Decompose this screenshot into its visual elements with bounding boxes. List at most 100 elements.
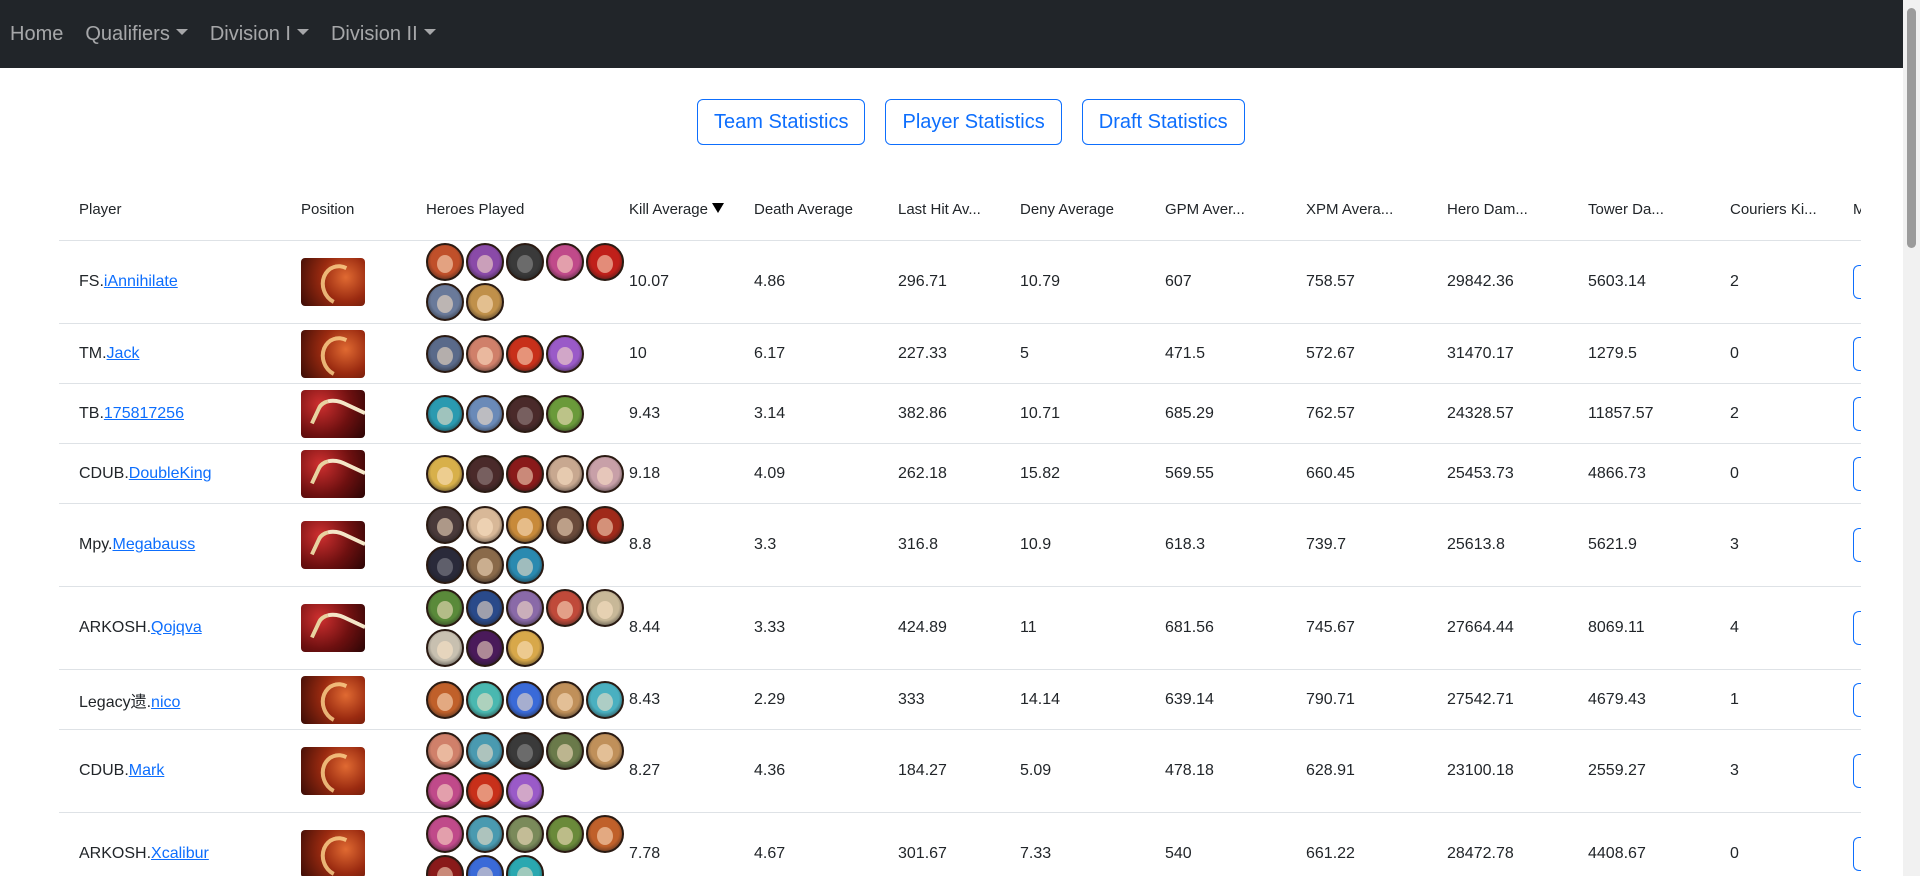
hero-portrait-icon[interactable]	[426, 815, 464, 853]
header-kill-average[interactable]: Kill Average	[609, 178, 734, 241]
vertical-scrollbar[interactable]	[1903, 0, 1920, 876]
hero-portrait-icon[interactable]	[426, 546, 464, 584]
hero-portrait-icon[interactable]	[426, 283, 464, 321]
hero-portrait-icon[interactable]	[426, 732, 464, 770]
row-action-button[interactable]	[1853, 611, 1861, 645]
player-name-link[interactable]: DoubleKing	[129, 465, 212, 482]
heroes-cell	[406, 503, 624, 587]
hero-portrait-icon[interactable]	[466, 680, 504, 719]
hero-portrait-icon[interactable]	[506, 772, 544, 810]
row-action-button[interactable]	[1853, 336, 1861, 371]
header-heroes-played[interactable]: Heroes Played	[406, 178, 609, 241]
kill-average-cell: 10	[609, 323, 734, 384]
row-action-button[interactable]	[1853, 754, 1861, 788]
hero-portrait-icon[interactable]	[466, 283, 504, 321]
hero-portrait-icon[interactable]	[546, 454, 584, 493]
hero-portrait-icon[interactable]	[466, 546, 504, 584]
hero-portrait-icon[interactable]	[546, 394, 584, 433]
hero-portrait-icon[interactable]	[506, 855, 544, 876]
hero-portrait-icon[interactable]	[546, 243, 584, 281]
team-statistics-button[interactable]: Team Statistics	[697, 99, 866, 145]
header-xpm-average[interactable]: XPM Avera...	[1286, 178, 1427, 241]
hero-portrait-icon[interactable]	[466, 506, 504, 544]
hero-portrait-icon[interactable]	[586, 680, 624, 719]
player-name-link[interactable]: 175817256	[104, 405, 184, 422]
hero-portrait-icon[interactable]	[546, 506, 584, 544]
nav-qualifiers-dropdown[interactable]: Qualifiers	[85, 23, 188, 46]
nav-division-2-dropdown[interactable]: Division II	[331, 23, 436, 46]
header-tower-damage[interactable]: Tower Da...	[1568, 178, 1710, 241]
row-action-button[interactable]	[1853, 456, 1861, 491]
hero-portrait-icon[interactable]	[426, 506, 464, 544]
hero-portrait-icon[interactable]	[506, 680, 544, 719]
hero-portrait-icon[interactable]	[466, 629, 504, 667]
header-couriers-killed[interactable]: Couriers Ki...	[1710, 178, 1833, 241]
hero-portrait-icon[interactable]	[506, 815, 544, 853]
header-death-average[interactable]: Death Average	[734, 178, 878, 241]
hero-portrait-icon[interactable]	[466, 589, 504, 627]
hero-portrait-icon[interactable]	[466, 454, 504, 493]
hero-portrait-icon[interactable]	[506, 506, 544, 544]
hero-portrait-icon[interactable]	[586, 454, 624, 493]
hero-portrait-icon[interactable]	[426, 855, 464, 876]
hero-portrait-icon[interactable]	[506, 629, 544, 667]
hero-portrait-icon[interactable]	[586, 506, 624, 544]
hero-portrait-icon[interactable]	[506, 394, 544, 433]
header-deny-average[interactable]: Deny Average	[1000, 178, 1145, 241]
hero-portrait-icon[interactable]	[426, 454, 464, 493]
row-action-button[interactable]	[1853, 396, 1861, 431]
hero-portrait-icon[interactable]	[506, 732, 544, 770]
hero-portrait-icon[interactable]	[426, 589, 464, 627]
hero-portrait-icon[interactable]	[466, 334, 504, 373]
hero-portrait-icon[interactable]	[506, 454, 544, 493]
player-name-link[interactable]: nico	[151, 694, 180, 711]
hero-portrait-icon[interactable]	[466, 243, 504, 281]
player-name-link[interactable]: Jack	[107, 345, 140, 362]
player-name-link[interactable]: Mark	[129, 762, 165, 779]
player-name-link[interactable]: Xcalibur	[151, 845, 209, 862]
hero-portrait-icon[interactable]	[546, 815, 584, 853]
hero-portrait-icon[interactable]	[546, 680, 584, 719]
hero-portrait-icon[interactable]	[426, 243, 464, 281]
hero-portrait-icon[interactable]	[466, 815, 504, 853]
nav-division-1-dropdown[interactable]: Division I	[210, 23, 309, 46]
hero-portrait-icon[interactable]	[466, 772, 504, 810]
hero-portrait-icon[interactable]	[506, 334, 544, 373]
hero-portrait-icon[interactable]	[466, 732, 504, 770]
hero-portrait-icon[interactable]	[546, 334, 584, 373]
row-action-button[interactable]	[1853, 265, 1861, 299]
hero-portrait-icon[interactable]	[466, 394, 504, 433]
player-statistics-button[interactable]: Player Statistics	[885, 99, 1062, 145]
row-action-button[interactable]	[1853, 682, 1861, 717]
hero-portrait-icon[interactable]	[506, 589, 544, 627]
header-last-hit-average[interactable]: Last Hit Av...	[878, 178, 1000, 241]
header-gpm-average[interactable]: GPM Aver...	[1145, 178, 1286, 241]
hero-portrait-icon[interactable]	[426, 680, 464, 719]
hero-portrait-icon[interactable]	[546, 589, 584, 627]
header-player[interactable]: Player	[59, 178, 281, 241]
header-more[interactable]: M	[1833, 178, 1861, 241]
player-name-link[interactable]: iAnnihilate	[104, 273, 178, 290]
header-hero-damage[interactable]: Hero Dam...	[1427, 178, 1568, 241]
hero-portrait-icon[interactable]	[546, 732, 584, 770]
row-action-button[interactable]	[1853, 837, 1861, 871]
hero-portrait-icon[interactable]	[426, 334, 464, 373]
hero-portrait-icon[interactable]	[426, 394, 464, 433]
hero-portrait-icon[interactable]	[426, 629, 464, 667]
hero-portrait-icon[interactable]	[506, 243, 544, 281]
nav-home[interactable]: Home	[10, 23, 63, 46]
hero-portrait-icon[interactable]	[586, 732, 624, 770]
player-name-link[interactable]: Megabauss	[112, 536, 195, 553]
hero-portrait-icon[interactable]	[586, 243, 624, 281]
tower-damage-cell: 5603.14	[1568, 240, 1710, 324]
hero-portrait-icon[interactable]	[506, 546, 544, 584]
hero-portrait-icon[interactable]	[586, 589, 624, 627]
scrollbar-thumb[interactable]	[1907, 8, 1916, 248]
hero-portrait-icon[interactable]	[586, 815, 624, 853]
row-action-button[interactable]	[1853, 528, 1861, 562]
hero-portrait-icon[interactable]	[466, 855, 504, 876]
hero-portrait-icon[interactable]	[426, 772, 464, 810]
player-name-link[interactable]: Qojqva	[151, 619, 202, 636]
header-position[interactable]: Position	[281, 178, 406, 241]
draft-statistics-button[interactable]: Draft Statistics	[1081, 99, 1245, 145]
